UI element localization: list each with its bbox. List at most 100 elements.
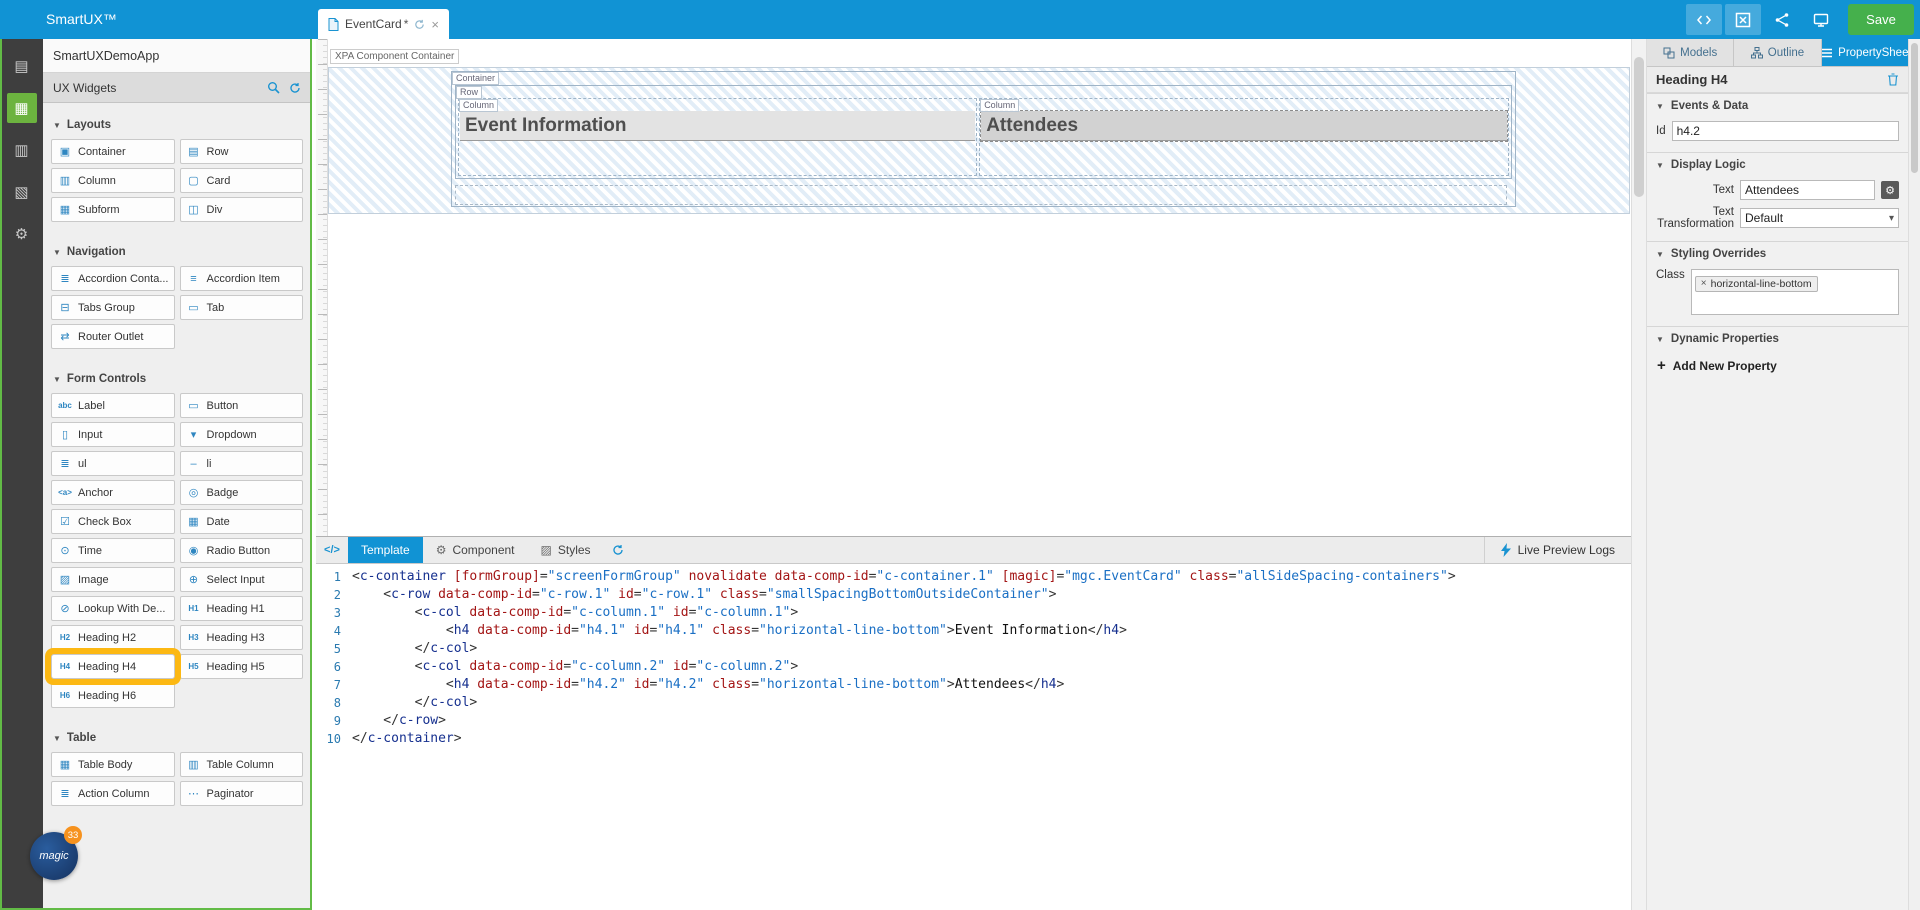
trash-icon[interactable] [1887,73,1899,86]
widget-item-image[interactable]: ▨ Image [51,567,175,592]
widget-item-time[interactable]: ⊙ Time [51,538,175,563]
expression-gear-icon[interactable]: ⚙ [1881,181,1899,199]
container-widget[interactable]: Container Row Column Event Information C… [451,71,1516,207]
canvas-heading-attendees[interactable]: Attendees [980,110,1508,142]
remove-icon[interactable]: × [1701,278,1707,289]
id-input[interactable] [1671,121,1899,141]
widget-section-header[interactable]: ▼ Form Controls [43,367,311,391]
widget-item-tab[interactable]: ▭ Tab [179,295,303,320]
widget-item-paginator[interactable]: ⋯ Paginator [179,781,303,806]
widget-item-anchor[interactable]: <a> Anchor [51,480,175,505]
rail-pages-button[interactable]: ▥ [7,135,37,165]
widget-item-subform[interactable]: ▦ Subform [51,197,175,222]
widget-section-header[interactable]: ▼ Navigation [43,240,311,264]
tab-component[interactable]: ⚙ Component [423,537,528,563]
widget-item-accordion-item[interactable]: ≡ Accordion Item [179,266,303,291]
tab-styles[interactable]: ▨ Styles [528,537,604,563]
widget-section-header[interactable]: ▼ Table [43,726,311,750]
dynamic-properties-header[interactable]: ▼ Dynamic Properties [1647,327,1908,351]
share-button[interactable] [1764,4,1800,35]
styling-overrides-header[interactable]: ▼ Styling Overrides [1647,242,1908,266]
row-widget[interactable]: Row Column Event Information Column Atte… [455,85,1512,179]
widget-item-table-body[interactable]: ▦ Table Body [51,752,175,777]
tab-propertysheet[interactable]: PropertyShee [1821,39,1908,66]
code-line[interactable]: 7 <h4 data-comp-id="h4.2" id="h4.2" clas… [316,676,1631,694]
document-tab-eventcard[interactable]: EventCard * × [318,9,449,39]
text-input[interactable] [1740,180,1875,200]
code-editor[interactable]: 1 <c-container [formGroup]="screenFormGro… [316,564,1631,748]
display-logic-header[interactable]: ▼ Display Logic [1647,153,1908,177]
text-transformation-select[interactable]: Default ▾ [1740,208,1899,228]
widget-item-heading-h2[interactable]: H2 Heading H2 [51,625,175,650]
widget-section-header[interactable]: ▼ Layouts [43,113,311,137]
widget-item-heading-h3[interactable]: H3 Heading H3 [179,625,303,650]
widget-item-li[interactable]: – li [179,451,303,476]
rail-forms-button[interactable]: ▤ [7,51,37,81]
widget-item-table-column[interactable]: ▥ Table Column [179,752,303,777]
device-preview-button[interactable] [1803,4,1839,35]
close-layout-button[interactable] [1725,4,1761,35]
scrollbar-thumb[interactable] [1911,43,1918,173]
widget-item-button[interactable]: ▭ Button [179,393,303,418]
refresh-icon[interactable] [414,19,425,30]
code-line[interactable]: 10 </c-container> [316,730,1631,748]
rail-settings-button[interactable]: ⚙ [7,219,37,249]
widget-item-action-column[interactable]: ≣ Action Column [51,781,175,806]
rail-assets-button[interactable]: ▧ [7,177,37,207]
component-drop-area[interactable]: Container Row Column Event Information C… [328,67,1630,214]
code-line[interactable]: 2 <c-row data-comp-id="c-row.1" id="c-ro… [316,586,1631,604]
properties-scrollbar[interactable] [1908,39,1920,910]
widget-item-input[interactable]: ▯ Input [51,422,175,447]
app-name-bar[interactable]: SmartUXDemoApp [43,39,311,73]
code-line[interactable]: 9 </c-row> [316,712,1631,730]
code-line[interactable]: 6 <c-col data-comp-id="c-column.2" id="c… [316,658,1631,676]
design-canvas[interactable]: XPA Component Container Container Row Co… [328,39,1631,536]
code-line[interactable]: 5 </c-col> [316,640,1631,658]
widget-item-row[interactable]: ▤ Row [179,139,303,164]
tab-template[interactable]: Template [348,537,423,563]
refresh-icon[interactable] [289,82,301,94]
rail-widgets-button[interactable]: ▦ [6,93,37,123]
widget-item-select-input[interactable]: ⊕ Select Input [179,567,303,592]
close-icon[interactable]: × [431,17,439,32]
widget-item-heading-h1[interactable]: H1 Heading H1 [179,596,303,621]
widget-item-label[interactable]: abc Label [51,393,175,418]
widget-item-heading-h5[interactable]: H5 Heading H5 [179,654,303,679]
widget-item-card[interactable]: ▢ Card [179,168,303,193]
widget-item-heading-h4[interactable]: H4 Heading H4 [51,654,175,679]
widget-item-heading-h6[interactable]: H6 Heading H6 [51,683,175,708]
magic-logo[interactable]: magic 33 [30,826,82,880]
code-line[interactable]: 8 </c-col> [316,694,1631,712]
class-input[interactable]: × horizontal-line-bottom [1690,269,1899,315]
column-widget-1[interactable]: Column Event Information [458,98,978,176]
widget-item-column[interactable]: ▥ Column [51,168,175,193]
search-icon[interactable] [267,81,280,94]
refresh-icon[interactable] [604,537,632,563]
widget-item-dropdown[interactable]: ▾ Dropdown [179,422,303,447]
tab-outline[interactable]: Outline [1734,39,1822,66]
canvas-scrollbar[interactable] [1631,39,1647,910]
class-chip[interactable]: × horizontal-line-bottom [1694,275,1818,292]
tab-models[interactable]: Models [1647,39,1735,66]
add-new-property-button[interactable]: + Add New Property [1647,351,1908,380]
empty-drop-strip[interactable] [455,185,1507,205]
widget-item-accordion-conta[interactable]: ≣ Accordion Conta... [51,266,175,291]
scrollbar-thumb[interactable] [1634,57,1644,197]
column-widget-2[interactable]: Column Attendees [979,98,1509,176]
live-preview-logs-button[interactable]: Live Preview Logs [1483,537,1631,563]
widget-item-badge[interactable]: ◎ Badge [179,480,303,505]
widget-item-ul[interactable]: ≣ ul [51,451,175,476]
code-line[interactable]: 3 <c-col data-comp-id="c-column.1" id="c… [316,604,1631,622]
code-line[interactable]: 4 <h4 data-comp-id="h4.1" id="h4.1" clas… [316,622,1631,640]
events-data-header[interactable]: ▼ Events & Data [1647,94,1908,118]
widget-item-date[interactable]: ▦ Date [179,509,303,534]
widget-item-router-outlet[interactable]: ⇄ Router Outlet [51,324,175,349]
widget-item-tabs-group[interactable]: ⊟ Tabs Group [51,295,175,320]
widget-item-container[interactable]: ▣ Container [51,139,175,164]
widget-item-div[interactable]: ◫ Div [179,197,303,222]
widget-item-check-box[interactable]: ☑ Check Box [51,509,175,534]
save-button[interactable]: Save [1848,4,1914,35]
code-line[interactable]: 1 <c-container [formGroup]="screenFormGro… [316,568,1631,586]
code-view-button[interactable] [1686,4,1722,35]
widget-item-radio-button[interactable]: ◉ Radio Button [179,538,303,563]
